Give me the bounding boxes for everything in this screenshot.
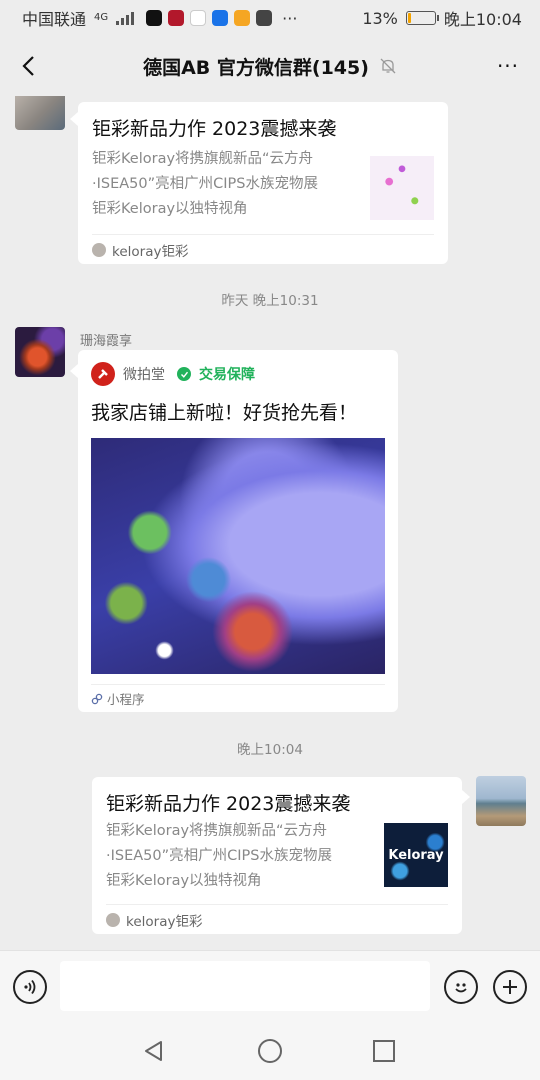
mini-program-icon [91, 693, 103, 704]
card-thumbnail: Keloray [384, 823, 448, 887]
chat-title: 德国AB 官方微信群(145) [143, 56, 369, 79]
carrier-label: 中国联通 [22, 10, 87, 29]
message-input[interactable] [60, 961, 430, 1011]
app-logo-icon [91, 362, 115, 386]
card-desc-line: ·ISEA50”亮相广州CIPS水族宠物展 [92, 176, 318, 192]
chat-area[interactable]: 钜彩新品力作 2023震撼来袭 钜彩Keloray将携旗舰新品“云方舟 ·ISE… [0, 96, 540, 950]
nav-home-button[interactable] [253, 1034, 287, 1068]
plus-button[interactable] [493, 970, 527, 1004]
tiktok-icon [146, 10, 163, 26]
more-icon: ··· [496, 54, 520, 78]
triangle-back-icon [145, 1041, 162, 1061]
avatar[interactable] [15, 96, 65, 130]
emoji-icon [455, 983, 467, 993]
card-source-label: keloray钜彩 [112, 243, 189, 260]
badge-check-icon [177, 367, 191, 381]
network-label: 4G [94, 12, 109, 23]
source-icon [92, 242, 106, 257]
voice-button[interactable] [13, 970, 47, 1004]
more-notifications: ··· [282, 8, 298, 28]
card-source-label: keloray钜彩 [126, 913, 203, 930]
card-source: keloray钜彩 [92, 234, 434, 264]
card-title: 钜彩新品力作 2023震撼来袭 [92, 118, 337, 140]
app-icon [256, 10, 273, 26]
trade-badge: 交易保障 [199, 367, 255, 383]
mini-program-card[interactable]: 微拍堂 交易保障 我家店铺上新啦！好货抢先看！ 小程序 [78, 350, 398, 712]
sender-name: 珊海霞享 [80, 334, 133, 349]
nav-recents-button[interactable] [367, 1034, 401, 1068]
link-card[interactable]: 钜彩新品力作 2023震撼来袭 钜彩Keloray将携旗舰新品“云方舟 ·ISE… [92, 777, 462, 934]
timestamp: 昨天 晚上10:31 [221, 293, 319, 309]
chevron-left-icon [22, 56, 34, 76]
app-icon [234, 10, 251, 26]
card-title: 钜彩新品力作 2023震撼来袭 [106, 793, 351, 815]
link-card[interactable]: 钜彩新品力作 2023震撼来袭 钜彩Keloray将携旗舰新品“云方舟 ·ISE… [78, 102, 448, 264]
card-source: keloray钜彩 [106, 904, 448, 934]
avatar[interactable] [15, 327, 65, 377]
card-desc-line: 钜彩Keloray将携旗舰新品“云方舟 [106, 823, 328, 839]
timestamp: 晚上10:04 [237, 742, 303, 758]
mini-program-label: 小程序 [107, 692, 145, 707]
source-icon [106, 912, 120, 927]
card-desc-line: ·ISEA50”亮相广州CIPS水族宠物展 [106, 848, 332, 864]
battery-percent: 13% [362, 8, 398, 28]
plus-icon [503, 980, 517, 994]
more-button[interactable]: ··· [492, 50, 524, 82]
mini-program-title: 我家店铺上新啦！好货抢先看！ [91, 402, 358, 424]
back-button[interactable] [12, 50, 44, 82]
app-name: 微拍堂 [123, 367, 165, 383]
shield-icon [212, 10, 229, 26]
status-bar: 中国联通 4G ··· 13% 晚上10:04 [0, 0, 540, 36]
mini-program-image [91, 438, 385, 674]
battery-icon [405, 11, 439, 25]
card-desc-line: 钜彩Keloray以独特视角 [92, 201, 248, 217]
voice-icon [24, 979, 36, 995]
thumb-logo-text: Keloray [388, 847, 444, 863]
avatar[interactable] [476, 776, 526, 826]
circle-home-icon [258, 1039, 282, 1063]
signal-icon [116, 11, 135, 25]
card-thumbnail [370, 156, 434, 220]
map-icon [190, 10, 207, 26]
status-time: 晚上10:04 [443, 10, 522, 29]
nav-back-button[interactable] [137, 1034, 171, 1068]
square-recents-icon [373, 1040, 395, 1062]
app-icon [168, 10, 185, 26]
input-bar [0, 950, 540, 1022]
card-desc-line: 钜彩Keloray以独特视角 [106, 873, 262, 889]
emoji-button[interactable] [444, 970, 478, 1004]
system-nav-bar [0, 1022, 540, 1080]
chat-header: 德国AB 官方微信群(145) ··· [0, 36, 540, 96]
bell-off-icon [380, 58, 396, 74]
card-desc-line: 钜彩Keloray将携旗舰新品“云方舟 [92, 151, 314, 167]
